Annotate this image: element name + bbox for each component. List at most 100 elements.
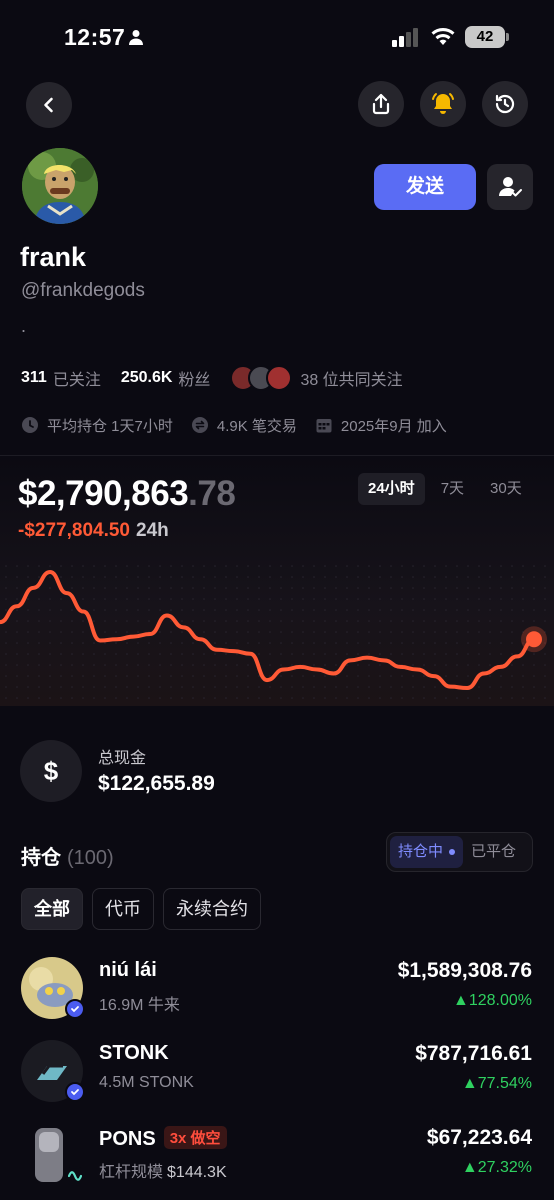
grid-dot bbox=[335, 587, 337, 589]
following-label[interactable]: 已关注 bbox=[53, 366, 101, 390]
notification-bell-button[interactable] bbox=[420, 81, 466, 127]
grid-dot bbox=[236, 697, 238, 699]
grid-dot bbox=[445, 620, 447, 622]
portfolio-balance: $2,790,863.78 bbox=[18, 474, 236, 513]
grid-dot bbox=[203, 576, 205, 578]
grid-dot bbox=[93, 598, 95, 600]
toggle-open-positions[interactable]: 持仓中 bbox=[390, 836, 464, 868]
grid-dot bbox=[313, 609, 315, 611]
filter-perps[interactable]: 永续合约 bbox=[163, 888, 261, 930]
grid-dot bbox=[423, 653, 425, 655]
grid-dot bbox=[324, 587, 326, 589]
follow-status-button[interactable] bbox=[487, 164, 533, 210]
grid-dot bbox=[115, 653, 117, 655]
grid-dot bbox=[489, 598, 491, 600]
grid-dot bbox=[38, 598, 40, 600]
grid-dot bbox=[126, 675, 128, 677]
grid-dot bbox=[357, 697, 359, 699]
grid-dot bbox=[313, 598, 315, 600]
grid-dot bbox=[280, 642, 282, 644]
grid-dot bbox=[291, 653, 293, 655]
following-count[interactable]: 311 bbox=[21, 369, 47, 387]
grid-dot bbox=[467, 620, 469, 622]
social-stats: 311 已关注 250.6K 粉丝 38 位共同关注 bbox=[21, 365, 423, 391]
grid-dot bbox=[148, 697, 150, 699]
portfolio-line-chart[interactable] bbox=[0, 560, 554, 700]
grid-dot bbox=[49, 598, 51, 600]
grid-dot bbox=[423, 587, 425, 589]
grid-dot bbox=[511, 686, 513, 688]
grid-dot bbox=[214, 620, 216, 622]
grid-dot bbox=[423, 686, 425, 688]
grid-dot bbox=[302, 642, 304, 644]
grid-dot bbox=[247, 675, 249, 677]
grid-dot bbox=[115, 675, 117, 677]
grid-dot bbox=[16, 653, 18, 655]
grid-dot bbox=[313, 697, 315, 699]
grid-dot bbox=[280, 587, 282, 589]
period-tab-24h[interactable]: 24小时 bbox=[358, 473, 425, 505]
avg-hold-time: 平均持仓 1天7小时 bbox=[21, 415, 173, 436]
grid-dot bbox=[522, 609, 524, 611]
filter-all[interactable]: 全部 bbox=[21, 888, 83, 930]
grid-dot bbox=[379, 664, 381, 666]
holding-row[interactable]: STONK 4.5M STONK $787,716.61 ▲77.54% bbox=[0, 1040, 554, 1112]
grid-dot bbox=[500, 631, 502, 633]
grid-dot bbox=[137, 664, 139, 666]
grid-dot bbox=[104, 565, 106, 567]
share-button[interactable] bbox=[358, 81, 404, 127]
grid-dot bbox=[71, 697, 73, 699]
grid-dot bbox=[368, 565, 370, 567]
grid-dot bbox=[313, 620, 315, 622]
toggle-closed-positions[interactable]: 已平仓 bbox=[463, 836, 524, 868]
status-bar: 12:57 42 bbox=[0, 0, 554, 72]
grid-dot bbox=[258, 697, 260, 699]
grid-dot bbox=[544, 653, 546, 655]
grid-dot bbox=[71, 631, 73, 633]
followers-label[interactable]: 粉丝 bbox=[178, 366, 210, 390]
grid-dot bbox=[82, 631, 84, 633]
history-button[interactable] bbox=[482, 81, 528, 127]
grid-dot bbox=[247, 697, 249, 699]
grid-dot bbox=[236, 620, 238, 622]
grid-dot bbox=[335, 664, 337, 666]
send-button[interactable]: 发送 bbox=[374, 164, 476, 210]
mutual-avatars[interactable] bbox=[230, 365, 293, 391]
grid-dot bbox=[203, 609, 205, 611]
grid-dot bbox=[324, 664, 326, 666]
grid-dot bbox=[258, 576, 260, 578]
holding-row[interactable]: PONS 3x 做空 杠杆规模 $144.3K $67,223.64 ▲27.32% bbox=[0, 1124, 554, 1196]
grid-dot bbox=[192, 675, 194, 677]
grid-dot bbox=[247, 598, 249, 600]
mutual-followers-label[interactable]: 38 位共同关注 bbox=[300, 366, 402, 390]
grid-dot bbox=[335, 697, 337, 699]
grid-dot bbox=[126, 587, 128, 589]
grid-dot bbox=[148, 587, 150, 589]
grid-dot bbox=[511, 576, 513, 578]
grid-dot bbox=[445, 576, 447, 578]
followers-count[interactable]: 250.6K bbox=[121, 369, 173, 387]
grid-dot bbox=[16, 697, 18, 699]
back-button[interactable] bbox=[26, 82, 72, 128]
grid-dot bbox=[16, 598, 18, 600]
grid-dot bbox=[214, 642, 216, 644]
grid-dot bbox=[346, 686, 348, 688]
grid-dot bbox=[467, 587, 469, 589]
grid-dot bbox=[335, 642, 337, 644]
holding-row[interactable]: niú lái 16.9M 牛来 $1,589,308.76 ▲128.00% bbox=[0, 957, 554, 1029]
grid-dot bbox=[192, 609, 194, 611]
grid-dot bbox=[280, 697, 282, 699]
grid-dot bbox=[159, 686, 161, 688]
grid-dot bbox=[291, 675, 293, 677]
period-tab-7d[interactable]: 7天 bbox=[431, 473, 474, 505]
grid-dot bbox=[60, 664, 62, 666]
grid-dot bbox=[401, 686, 403, 688]
grid-dot bbox=[401, 620, 403, 622]
grid-dot bbox=[346, 653, 348, 655]
grid-dot bbox=[225, 697, 227, 699]
grid-dot bbox=[126, 631, 128, 633]
filter-tokens[interactable]: 代币 bbox=[92, 888, 154, 930]
grid-dot bbox=[236, 664, 238, 666]
period-tab-30d[interactable]: 30天 bbox=[480, 473, 532, 505]
grid-dot bbox=[412, 598, 414, 600]
